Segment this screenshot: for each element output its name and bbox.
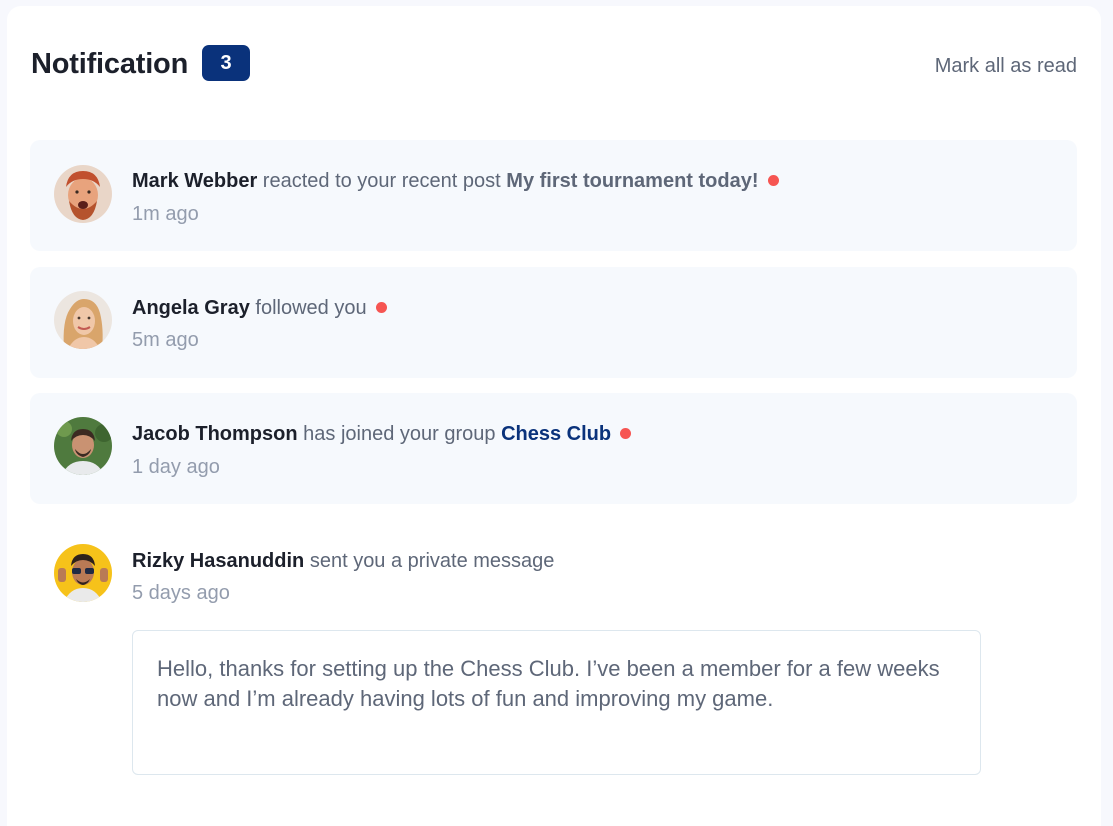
notification-item[interactable]: Angela Gray followed you 5m ago bbox=[30, 267, 1077, 378]
avatar-jacob-thompson-image bbox=[54, 417, 112, 475]
notification-time: 5 days ago bbox=[132, 582, 230, 604]
notification-item[interactable]: Mark Webber reacted to your recent post … bbox=[30, 140, 1077, 251]
avatar[interactable] bbox=[54, 544, 112, 602]
avatar-angela-gray-image bbox=[54, 291, 112, 349]
page-title: Notification bbox=[31, 47, 189, 80]
notification-time: 1 day ago bbox=[132, 456, 220, 478]
unread-count-badge: 3 bbox=[202, 45, 251, 81]
avatar[interactable] bbox=[54, 291, 112, 349]
notification-text: Angela Gray followed you bbox=[132, 297, 387, 320]
notification-action: has joined your group bbox=[303, 423, 496, 445]
notification-text: Jacob Thompson has joined your group Che… bbox=[132, 423, 632, 446]
group-link[interactable]: Chess Club bbox=[501, 423, 611, 445]
notification-time: 5m ago bbox=[132, 329, 199, 351]
notification-action: followed you bbox=[255, 297, 367, 319]
post-link[interactable]: My first tournament today! bbox=[506, 170, 758, 192]
avatar-mark-webber-image bbox=[54, 165, 112, 223]
notification-action: reacted to your recent post bbox=[262, 170, 501, 192]
notification-action: sent you a private message bbox=[309, 550, 555, 572]
notifications-header: Notification 3 Mark all as read bbox=[31, 42, 1077, 86]
avatar[interactable] bbox=[54, 165, 112, 223]
unread-dot bbox=[767, 175, 779, 186]
mark-all-as-read-button[interactable]: Mark all as read bbox=[935, 55, 1077, 78]
user-name[interactable]: Rizky Hasanuddin bbox=[132, 550, 304, 572]
avatar-rizky-hasanuddin-image bbox=[54, 544, 112, 602]
unread-dot bbox=[620, 428, 632, 439]
notification-item[interactable]: Jacob Thompson has joined your group Che… bbox=[30, 393, 1077, 504]
private-message[interactable]: Hello, thanks for setting up the Chess C… bbox=[132, 630, 981, 775]
user-name[interactable]: Angela Gray bbox=[132, 297, 250, 319]
user-name[interactable]: Jacob Thompson bbox=[132, 423, 298, 445]
unread-dot bbox=[375, 302, 387, 313]
user-name[interactable]: Mark Webber bbox=[132, 170, 257, 192]
avatar[interactable] bbox=[54, 417, 112, 475]
notifications-card: Notification 3 Mark all as read Mark Web… bbox=[7, 6, 1101, 826]
notification-item[interactable]: Rizky Hasanuddin sent you a private mess… bbox=[30, 520, 1077, 630]
notification-text: Rizky Hasanuddin sent you a private mess… bbox=[132, 550, 554, 573]
notification-text: Mark Webber reacted to your recent post … bbox=[132, 170, 779, 193]
notification-time: 1m ago bbox=[132, 203, 199, 225]
